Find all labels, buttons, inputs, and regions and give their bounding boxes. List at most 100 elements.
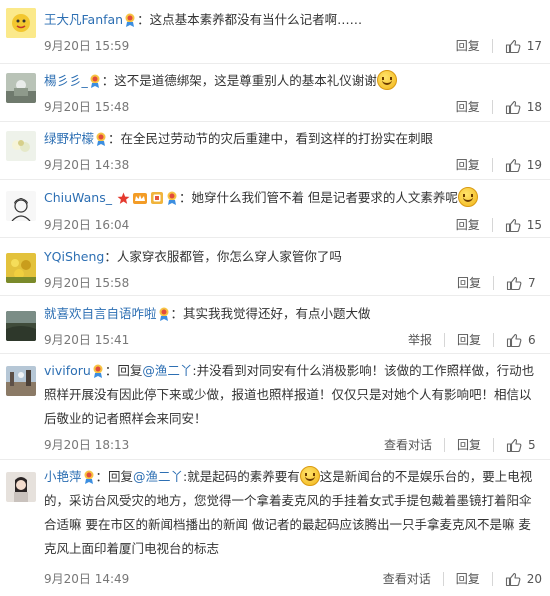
vip-icon	[96, 132, 106, 146]
like-button[interactable]: 6	[506, 332, 542, 348]
thumbs-up-icon	[505, 100, 521, 115]
comment-content: ：这点基本素养都没有当什么记者啊……	[137, 12, 363, 27]
thumbs-up-icon	[505, 218, 521, 233]
like-button[interactable]: 20	[505, 571, 542, 587]
username-link[interactable]: 小艳萍	[44, 469, 82, 484]
timestamp: 9月20日 15:48	[44, 100, 130, 114]
reply-button[interactable]: 回复	[456, 155, 480, 175]
like-count: 7	[528, 276, 536, 290]
vip-icon	[93, 364, 103, 378]
divider	[493, 276, 494, 290]
smile-emoji-icon	[376, 70, 397, 90]
username-link[interactable]: 绿野柠檬	[44, 131, 94, 146]
vip-icon	[84, 470, 94, 484]
username-link[interactable]: 就喜欢自言自语咋啦	[44, 306, 157, 321]
username-link[interactable]: viviforu	[44, 363, 91, 378]
timestamp: 9月20日 14:49	[44, 572, 130, 586]
member-badge-icon	[150, 192, 163, 204]
comment-content: :就是起码的素养要有	[183, 469, 300, 484]
thumbs-up-icon	[505, 158, 521, 173]
mention-link[interactable]: @渔二丫	[133, 469, 183, 484]
reply-button[interactable]: 回复	[456, 97, 480, 117]
comment-content: ：她穿什么我们管不着 但是记者要求的人文素养呢	[178, 190, 458, 205]
reply-button[interactable]: 回复	[457, 330, 481, 350]
vip-icon	[167, 191, 177, 205]
vip-icon	[90, 74, 100, 88]
reply-button[interactable]: 回复	[456, 215, 480, 235]
like-count: 18	[526, 100, 542, 114]
comment-text: ChiuWans_ ：她穿什么我们管不着 但是记者要求的人文素养呢	[44, 186, 538, 210]
username-link[interactable]: 楊彡彡_	[44, 73, 88, 88]
username-link[interactable]: YQiSheng	[44, 249, 104, 264]
avatar[interactable]	[6, 366, 36, 396]
like-count: 15	[526, 218, 542, 232]
reply-button[interactable]: 回复	[457, 273, 481, 293]
timestamp: 9月20日 18:13	[44, 438, 130, 452]
thumbs-up-icon	[505, 39, 521, 54]
avatar[interactable]	[6, 472, 36, 502]
like-button[interactable]: 18	[505, 99, 542, 115]
avatar[interactable]	[6, 311, 36, 341]
comment-actions: 回复 19	[456, 155, 542, 175]
comment-actions: 回复 15	[456, 215, 542, 235]
crown-badge-icon	[132, 193, 147, 204]
username-link[interactable]: 王大凡Fanfan	[44, 12, 123, 27]
avatar[interactable]	[6, 253, 36, 283]
divider	[491, 100, 493, 114]
comment-item: YQiSheng：人家穿衣服都管，你怎么穿人家管你了吗 9月20日 15:58 …	[0, 238, 550, 296]
like-count: 17	[526, 39, 542, 53]
like-button[interactable]: 19	[505, 157, 542, 173]
reply-button[interactable]: 回复	[456, 36, 480, 56]
comment-actions: 查看对话 回复 5	[384, 435, 542, 455]
comment-text: YQiSheng：人家穿衣服都管，你怎么穿人家管你了吗	[44, 245, 538, 269]
comment-meta: 9月20日 18:13 查看对话 回复 5	[44, 435, 550, 455]
comment-text: 王大凡Fanfan ：这点基本素养都没有当什么记者啊……	[44, 8, 538, 32]
avatar[interactable]	[6, 8, 36, 38]
comment-item: 小艳萍 ：回复@渔二丫:就是起码的素养要有 这是新闻台的不是娱乐台的，要上电视的，采…	[0, 460, 550, 596]
comment-item: 就喜欢自言自语咋啦 ：其实我我觉得还好，有点小题大做 9月20日 15:41 举报…	[0, 296, 550, 354]
divider	[443, 438, 445, 452]
thumbs-up-icon	[506, 438, 522, 453]
reply-button[interactable]: 回复	[456, 569, 480, 589]
comment-content: ：其实我我觉得还好，有点小题大做	[170, 306, 371, 321]
like-count: 19	[526, 158, 542, 172]
mention-link[interactable]: @渔二丫	[142, 363, 192, 378]
comment-item: 绿野柠檬 ：在全民过劳动节的灾后重建中，看到这样的打扮实在刺眼 9月20日 14:…	[0, 122, 550, 180]
comment-item: viviforu ：回复@渔二丫:并没看到对同安有什么消极影响！该做的工作照样做，…	[0, 354, 550, 460]
comment-actions: 回复 7	[457, 273, 542, 293]
comment-meta: 9月20日 14:38 回复 19	[44, 155, 550, 175]
divider	[442, 572, 444, 586]
username-link[interactable]: ChiuWans_	[44, 190, 112, 205]
comment-item: 楊彡彡_ ：这不是道德绑架，这是尊重别人的基本礼仪谢谢 9月20日 15:48 回…	[0, 64, 550, 122]
comment-actions: 查看对话 回复 20	[383, 569, 542, 589]
avatar[interactable]	[6, 73, 36, 103]
comment-text: viviforu ：回复@渔二丫:并没看到对同安有什么消极影响！该做的工作照样做，…	[44, 359, 538, 431]
view-conversation-button[interactable]: 查看对话	[383, 569, 431, 589]
view-conversation-button[interactable]: 查看对话	[384, 435, 432, 455]
report-button[interactable]: 举报	[408, 330, 432, 350]
timestamp: 9月20日 15:59	[44, 39, 130, 53]
comment-text: 小艳萍 ：回复@渔二丫:就是起码的素养要有 这是新闻台的不是娱乐台的，要上电视的，采…	[44, 465, 538, 561]
comment-meta: 9月20日 15:59 回复 17	[44, 36, 550, 56]
like-count: 6	[528, 333, 536, 347]
comment-text: 就喜欢自言自语咋啦 ：其实我我觉得还好，有点小题大做	[44, 302, 538, 326]
comment-meta: 9月20日 16:04 回复 15	[44, 215, 550, 235]
like-button[interactable]: 17	[505, 38, 542, 54]
comment-item: 王大凡Fanfan ：这点基本素养都没有当什么记者啊…… 9月20日 15:59 …	[0, 0, 550, 64]
divider	[491, 39, 493, 53]
avatar[interactable]	[6, 131, 36, 161]
thumbs-up-icon	[506, 276, 522, 291]
divider	[493, 438, 494, 452]
comment-meta: 9月20日 15:48 回复 18	[44, 97, 550, 117]
avatar[interactable]	[6, 191, 36, 221]
grin-emoji-icon	[457, 187, 478, 207]
like-button[interactable]: 5	[506, 437, 542, 453]
like-button[interactable]: 15	[505, 217, 542, 233]
like-button[interactable]: 7	[506, 275, 542, 291]
reply-button[interactable]: 回复	[457, 435, 481, 455]
timestamp: 9月20日 15:41	[44, 333, 130, 347]
divider	[491, 158, 493, 172]
comment-meta: 9月20日 15:41 举报 回复 6	[44, 330, 550, 350]
timestamp: 9月20日 16:04	[44, 218, 130, 232]
comment-content: ：在全民过劳动节的灾后重建中，看到这样的打扮实在刺眼	[108, 131, 434, 146]
